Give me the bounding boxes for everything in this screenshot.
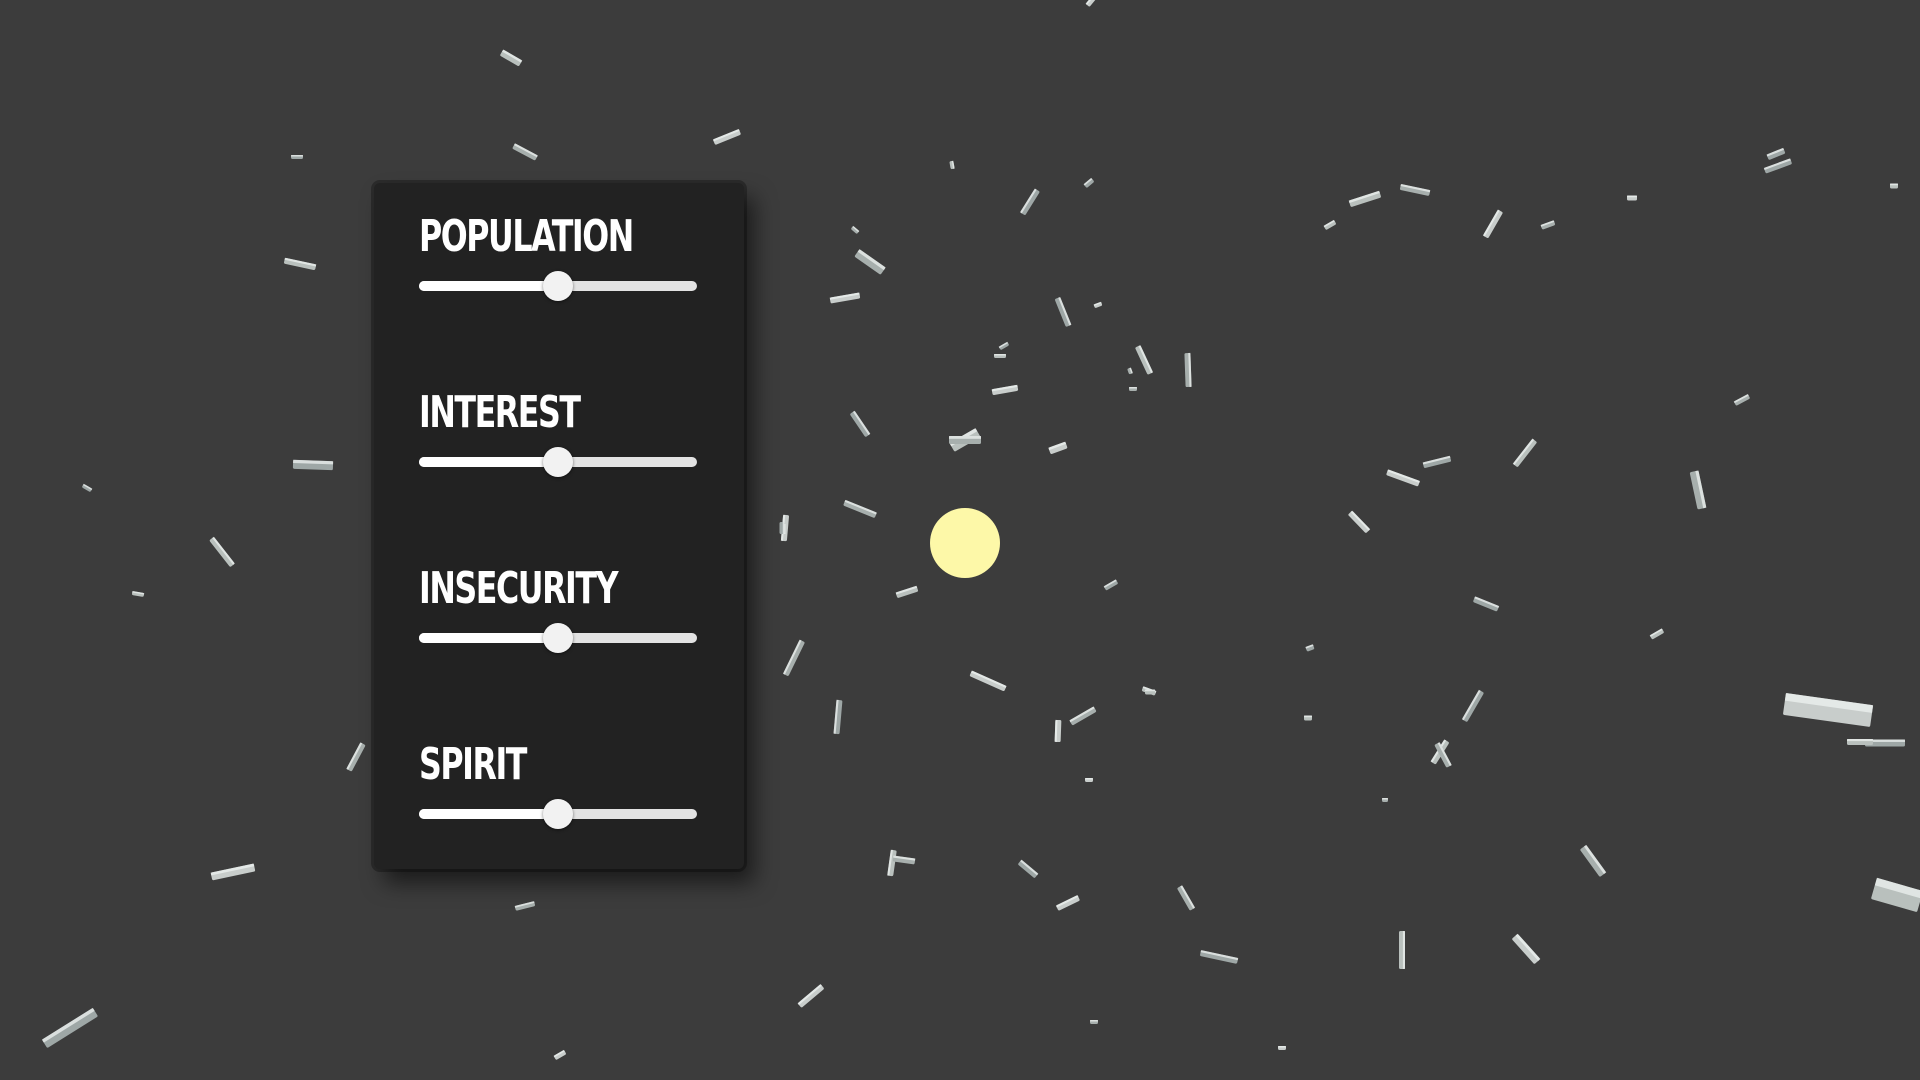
shard-highlight bbox=[782, 522, 785, 534]
slider-thumb[interactable] bbox=[543, 447, 573, 477]
shard-highlight bbox=[1382, 798, 1388, 800]
population-control: POPULATION bbox=[419, 213, 744, 389]
spirit-slider[interactable] bbox=[419, 799, 697, 829]
game-scene bbox=[0, 0, 1920, 1080]
insecurity-slider[interactable] bbox=[419, 623, 697, 653]
shard-highlight bbox=[1890, 183, 1898, 186]
shard-highlight bbox=[1085, 778, 1093, 780]
shard-highlight bbox=[1847, 739, 1873, 742]
shard-highlight bbox=[1627, 195, 1637, 198]
spirit-label: SPIRIT bbox=[419, 739, 527, 790]
slider-fill bbox=[419, 633, 558, 643]
slider-fill bbox=[419, 457, 558, 467]
interest-label: INTEREST bbox=[419, 387, 581, 438]
population-label: POPULATION bbox=[419, 211, 634, 262]
spirit-control: SPIRIT bbox=[419, 741, 744, 917]
population-slider[interactable] bbox=[419, 271, 697, 301]
slider-fill bbox=[419, 281, 558, 291]
shard-highlight bbox=[949, 436, 981, 439]
insecurity-label: INSECURITY bbox=[419, 563, 619, 614]
slider-fill bbox=[419, 809, 558, 819]
shard-highlight bbox=[1145, 689, 1155, 692]
interest-control: INTEREST bbox=[419, 389, 744, 565]
shard-highlight bbox=[1090, 1020, 1098, 1022]
shard-highlight bbox=[1278, 1046, 1286, 1048]
slider-thumb[interactable] bbox=[543, 271, 573, 301]
slider-thumb[interactable] bbox=[543, 623, 573, 653]
sun-orb[interactable] bbox=[930, 508, 1000, 578]
slider-thumb[interactable] bbox=[543, 799, 573, 829]
interest-slider[interactable] bbox=[419, 447, 697, 477]
shard-highlight bbox=[1402, 931, 1405, 969]
shard-highlight bbox=[1129, 387, 1137, 389]
insecurity-control: INSECURITY bbox=[419, 565, 744, 741]
shard-highlight bbox=[1304, 715, 1312, 718]
shard-highlight bbox=[994, 354, 1006, 356]
settings-panel: POPULATION INTEREST INSECURITY SPIRIT bbox=[374, 183, 744, 869]
shard-highlight bbox=[291, 155, 303, 157]
